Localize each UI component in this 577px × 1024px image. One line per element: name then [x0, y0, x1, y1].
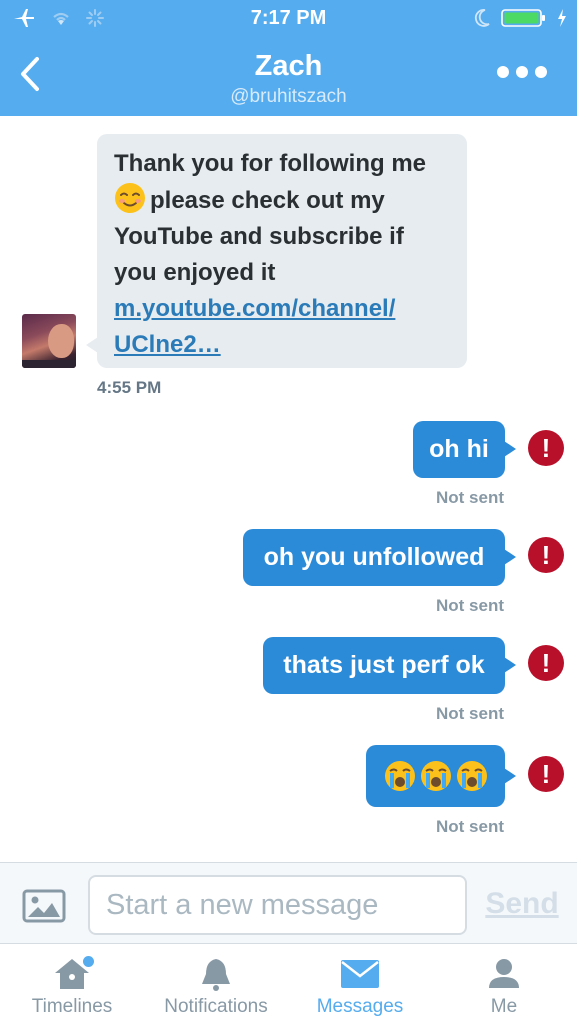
error-icon[interactable]: ! [528, 430, 564, 466]
error-icon[interactable]: ! [528, 645, 564, 681]
status-bar: 7:17 PM [0, 0, 577, 36]
delivery-status: Not sent [436, 596, 504, 615]
message-text: oh you unfollowed [263, 543, 485, 571]
avatar[interactable] [22, 314, 76, 368]
error-icon[interactable]: ! [528, 537, 564, 573]
tab-label: Me [490, 996, 518, 1017]
avatar-strip [22, 360, 76, 368]
person-icon [489, 959, 519, 988]
outgoing-bubble-tail [504, 657, 516, 673]
message-text: Thank you for following me [114, 150, 426, 177]
tab-notifications[interactable]: Notifications [156, 944, 276, 1024]
battery-icon [501, 9, 545, 27]
outgoing-bubble-tail [504, 549, 516, 565]
outgoing-bubble-tail [504, 441, 516, 457]
message-composer: Send [0, 862, 577, 944]
tab-label: Timelines [31, 996, 113, 1017]
tab-me[interactable]: Me [474, 944, 534, 1024]
ellipsis-icon [535, 66, 547, 78]
outgoing-message-bubble[interactable] [366, 745, 505, 807]
ellipsis-icon [516, 66, 528, 78]
loudly-crying-face-emoji [384, 761, 415, 791]
message-text: oh hi [429, 435, 489, 463]
relieved-face-emoji [115, 183, 145, 213]
message-text: please check out my [150, 187, 385, 214]
tab-icon-wrap [338, 954, 382, 994]
incoming-message-bubble[interactable]: Thank you for following me please check … [97, 134, 467, 368]
message-input[interactable] [88, 875, 467, 935]
page-title: Zach [254, 50, 323, 82]
loudly-crying-face-emoji [420, 761, 451, 791]
photo-icon [22, 889, 66, 923]
outgoing-bubble-tail [504, 768, 516, 784]
tab-icon-wrap [50, 954, 94, 994]
outgoing-message-bubble[interactable]: oh hi [413, 421, 505, 478]
message-text: YouTube and subscribe if [114, 223, 404, 250]
message-thread[interactable]: Thank you for following me please check … [0, 116, 577, 862]
avatar-face [48, 324, 74, 358]
user-handle: @bruhitszach [230, 86, 347, 107]
tab-icon-wrap [194, 954, 238, 994]
outgoing-message-bubble[interactable]: oh you unfollowed [243, 529, 505, 586]
moon-icon [474, 9, 490, 27]
add-photo-button[interactable] [22, 889, 66, 923]
delivery-status: Not sent [436, 704, 504, 723]
tab-label: Messages [316, 996, 404, 1017]
status-right [473, 8, 567, 28]
delivery-status: Not sent [436, 817, 504, 836]
tab-label: Notifications [164, 996, 268, 1017]
send-button[interactable]: Send [480, 887, 564, 923]
message-text: you enjoyed it [114, 259, 276, 286]
message-text-line: please check out my [114, 182, 453, 219]
unread-dot [83, 956, 94, 967]
tab-bar: Timelines Notifications Messages Me [0, 944, 577, 1024]
bell-icon [202, 959, 230, 991]
conversation-header: Zach @bruhitszach [0, 36, 577, 116]
delivery-status: Not sent [436, 488, 504, 507]
youtube-link-continued[interactable]: UClne2… [114, 327, 453, 363]
message-timestamp: 4:55 PM [97, 378, 162, 397]
outgoing-message-bubble[interactable]: thats just perf ok [263, 637, 505, 694]
envelope-icon [341, 960, 379, 988]
more-options-button[interactable] [497, 66, 547, 78]
charging-bolt-icon [558, 9, 566, 27]
tab-icon-wrap [482, 954, 526, 994]
ellipsis-icon [497, 66, 509, 78]
message-text: thats just perf ok [283, 651, 485, 679]
tab-messages[interactable]: Messages [309, 944, 411, 1024]
youtube-link[interactable]: m.youtube.com/channel/ [114, 291, 453, 327]
loudly-crying-face-emoji [456, 761, 487, 791]
error-icon[interactable]: ! [528, 756, 564, 792]
tab-timelines[interactable]: Timelines [22, 944, 122, 1024]
